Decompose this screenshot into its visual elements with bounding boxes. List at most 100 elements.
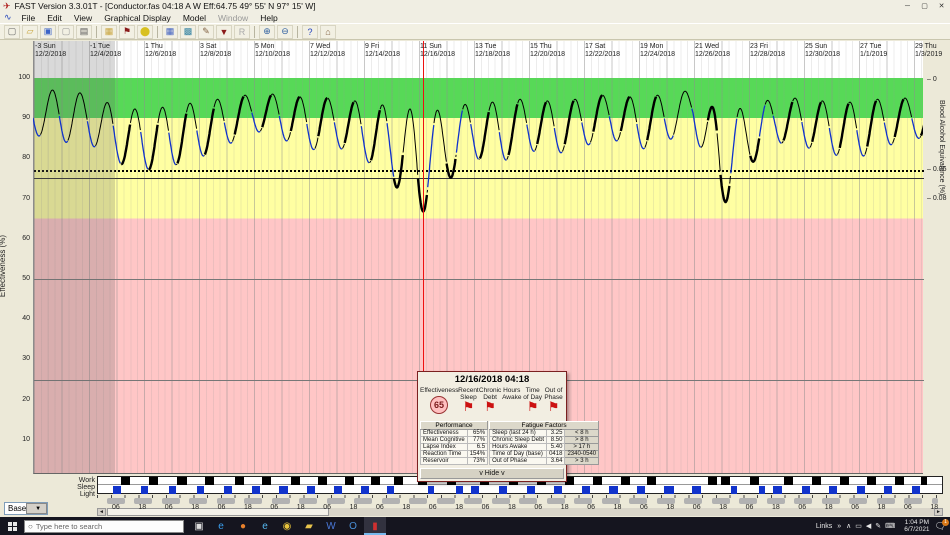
time-label: 18 — [560, 504, 569, 511]
curve-awake-segment — [39, 89, 60, 135]
open-button[interactable]: ▱ — [22, 24, 38, 39]
time-label: 18 — [138, 504, 147, 511]
date-label: -3 Sun 12/2/2018 — [35, 43, 67, 58]
y-tick-20: 20 — [22, 395, 30, 403]
hide-popup-button[interactable]: v Hide v — [420, 468, 564, 479]
start-button[interactable] — [0, 517, 24, 535]
curve-awake-segment — [433, 109, 447, 162]
save-button[interactable]: ▣ — [40, 24, 56, 39]
date-label: 1 Thu 12/6/2018 — [145, 43, 177, 58]
curve-awake-segment — [402, 108, 419, 175]
close-button[interactable]: ✕ — [933, 0, 950, 12]
work-segment — [720, 477, 730, 485]
y-tick-30: 30 — [22, 355, 30, 363]
curve-awake-segment — [287, 132, 291, 141]
taskbar-task-view[interactable]: ▣ — [188, 517, 210, 535]
pen-icon[interactable]: ✎ — [875, 523, 881, 530]
links-overflow-icon[interactable]: » — [837, 523, 841, 530]
work-segment — [894, 477, 904, 485]
performance-row: Lapse Index 6.5 — [420, 443, 489, 451]
menu-item-view[interactable]: View — [68, 13, 98, 23]
volume-icon[interactable]: ◀ — [866, 523, 871, 530]
y-tick-50: 50 — [22, 275, 30, 282]
new-button[interactable]: ▢ — [4, 24, 20, 39]
menu-item-model[interactable]: Model — [177, 13, 212, 23]
search-icon: ○ — [28, 521, 33, 531]
taskbar-file-explorer[interactable]: ▰ — [298, 517, 320, 535]
scroll-left-arrow[interactable]: ◄ — [97, 508, 106, 516]
curve-awake-segment — [602, 94, 610, 116]
maximize-button[interactable]: ▢ — [916, 0, 933, 12]
copy-button[interactable]: ▢ — [58, 24, 74, 39]
help-button[interactable]: ? — [302, 24, 318, 39]
work-segment — [921, 477, 927, 485]
grid-icon: ▦ — [165, 26, 175, 36]
threshold-button[interactable]: > 3 h — [564, 457, 600, 465]
curve-work-segment — [536, 101, 548, 145]
menu-item-window[interactable]: Window — [212, 13, 254, 23]
effectiveness-indicator: Effectiveness 65 — [420, 387, 459, 419]
print-button[interactable]: ▤ — [76, 24, 92, 39]
threshold-button[interactable]: > 8 h — [564, 436, 600, 444]
curve-work-segment — [619, 95, 631, 132]
lamp-button[interactable]: ⬤ — [137, 24, 153, 39]
curve-sleep-segment — [251, 112, 261, 133]
taskbar-firefox[interactable]: ● — [232, 517, 254, 535]
sleep-segment — [196, 486, 205, 494]
zoom-in-button[interactable]: ⊕ — [259, 24, 275, 39]
copy-icon: ▢ — [61, 26, 71, 36]
minimize-button[interactable]: ─ — [899, 0, 916, 12]
menu-item-help[interactable]: Help — [254, 13, 283, 23]
menu-item-edit[interactable]: Edit — [41, 13, 68, 23]
taskbar-word[interactable]: W — [320, 517, 342, 535]
curve-awake-segment — [545, 100, 555, 127]
grid-button[interactable]: ▦ — [162, 24, 178, 39]
toolbar-separator — [254, 25, 255, 38]
network-icon[interactable]: ▭ — [855, 523, 862, 530]
band-mode-select[interactable]: Base ▼ — [4, 502, 48, 515]
threshold-button[interactable]: < 8 h — [564, 429, 600, 437]
sleep-segment — [334, 486, 343, 494]
sleep-segment — [609, 486, 618, 494]
threshold-button[interactable]: 2340-0540 — [564, 450, 600, 458]
curve-sleep-segment — [168, 132, 177, 166]
taskbar-search-input[interactable]: ○ Type here to search — [24, 519, 184, 533]
curve-awake-segment — [175, 163, 178, 166]
taskbar-chrome[interactable]: ◉ — [276, 517, 298, 535]
clock-time: 1:04 PM — [904, 518, 930, 526]
links-toolbar[interactable]: Links — [816, 523, 832, 530]
keyboard-icon[interactable]: ⌨ — [885, 523, 895, 530]
y-tick-70: 70 — [22, 194, 30, 202]
zoom-out-button[interactable]: ⊖ — [277, 24, 293, 39]
time-label: 06 — [904, 504, 912, 511]
curve-awake-segment — [792, 97, 803, 121]
bac-tick-0.08: – 0.08 — [927, 195, 947, 202]
taskbar-outlook[interactable]: O — [342, 517, 364, 535]
curve-work-segment — [782, 101, 794, 141]
taskbar-edge[interactable]: e — [210, 517, 232, 535]
performance-header[interactable]: Performance — [419, 421, 489, 430]
notification-center-icon[interactable]: 🗨 1 — [935, 518, 949, 532]
exit-button[interactable]: ⌂ — [320, 24, 336, 39]
time-label: 18 — [349, 504, 358, 511]
r-button[interactable]: R — [234, 24, 250, 39]
chart-button[interactable]: ▩ — [180, 24, 196, 39]
funnel-button[interactable]: ▼ — [216, 24, 232, 39]
curve-sleep-segment — [470, 123, 479, 160]
fatigue-factors-header[interactable]: Fatigue Factors — [489, 421, 600, 430]
chevron-down-icon[interactable]: ▼ — [26, 503, 47, 514]
marker-button[interactable]: ⚑ — [119, 24, 135, 39]
taskbar-fast-app[interactable]: ▮ — [364, 517, 386, 535]
curve-work-segment — [646, 96, 658, 141]
curve-sleep-segment — [526, 124, 536, 152]
curve-awake-segment — [213, 98, 225, 122]
menu-item-file[interactable]: File — [16, 13, 42, 23]
tray-expand-icon[interactable]: ∧ — [846, 523, 851, 530]
taskbar-ie[interactable]: e — [254, 517, 276, 535]
threshold-button[interactable]: > 17 h — [564, 443, 600, 451]
schedule-button[interactable]: ▦ — [101, 24, 117, 39]
menu-item-graphical-display[interactable]: Graphical Display — [98, 13, 177, 23]
taskbar-clock[interactable]: 1:04 PM 6/7/2021 — [904, 519, 929, 534]
pencil-button[interactable]: ✎ — [198, 24, 214, 39]
chart-region: Effectiveness (%) Blood Alcohol Equivale… — [0, 40, 950, 517]
